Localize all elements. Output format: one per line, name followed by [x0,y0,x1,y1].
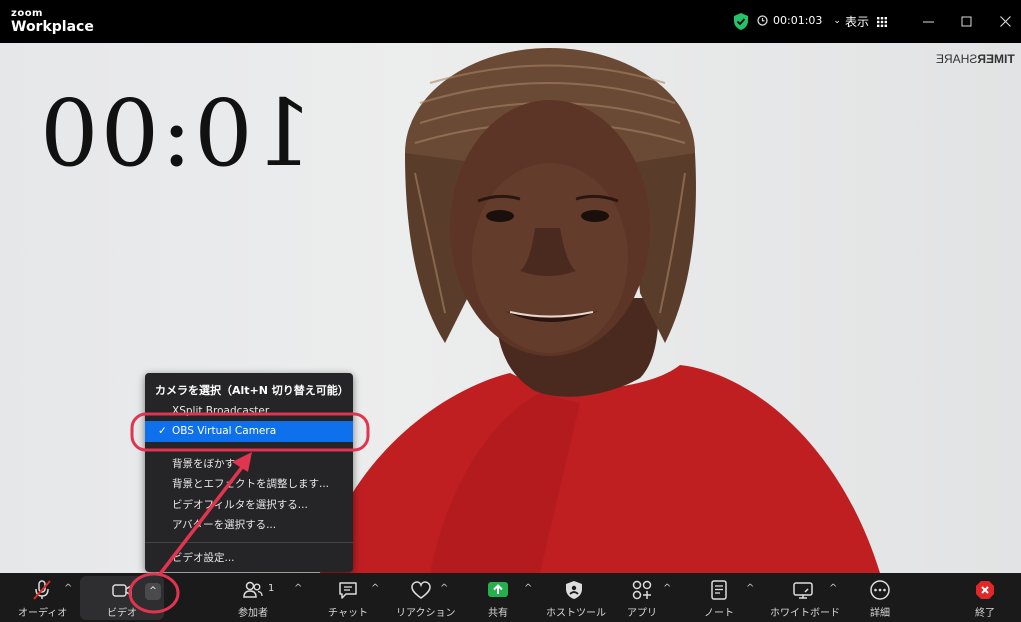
blur-background-option[interactable]: 背景をぼかす [145,454,353,475]
notes-options-caret[interactable]: ^ [746,583,754,594]
clock-icon [757,15,768,26]
chevron-down-icon: ⌄ [833,15,841,26]
muted-mic-icon [33,580,51,600]
apps-button[interactable]: アプリ [622,573,662,622]
participants-options-caret[interactable]: ^ [294,583,302,594]
more-icon [870,580,890,600]
logo-big: Workplace [11,19,94,35]
maximize-icon [961,16,971,26]
whiteboard-label: ホワイトボード [770,608,840,619]
end-meeting-icon [976,581,994,599]
minimize-icon [922,21,934,22]
minimize-button[interactable] [918,12,938,30]
more-button[interactable]: 詳細 [860,573,900,622]
video-options-caret[interactable]: ^ [145,583,161,600]
host-tools-button[interactable]: ホストツール [546,573,606,622]
video-button[interactable]: ビデオ [98,573,146,622]
notes-icon [711,580,727,600]
participants-label: 参加者 [238,608,268,619]
chat-icon [339,582,357,599]
camera-option-obs-label: OBS Virtual Camera [172,425,277,437]
chat-label: チャット [328,608,368,619]
brand-light: SHARE [936,52,978,66]
audio-options-caret[interactable]: ^ [64,583,72,594]
whiteboard-icon [793,582,813,599]
grid-icon [877,16,888,27]
host-shield-icon [566,581,582,599]
participant-video [320,48,880,573]
meeting-timer[interactable]: 00:01:03 ⌄ [757,14,841,27]
apps-options-caret[interactable]: ^ [663,583,671,594]
timer-share-brand: TIMERSHARE [936,52,1015,66]
zoom-logo: zoom Workplace [11,8,94,35]
background-effects-option[interactable]: 背景とエフェクトを調整します... [145,474,353,495]
meeting-toolbar: オーディオ ^ ビデオ ^ 参加者 1 ^ チャット ^ リアクション ^ 共有… [0,573,1021,622]
heart-icon [411,581,431,599]
whiteboard-button[interactable]: ホワイトボード [770,573,840,622]
audio-label: オーディオ [18,608,68,619]
share-button[interactable]: 共有 [478,573,518,622]
whiteboard-options-caret[interactable]: ^ [829,583,837,594]
video-camera-icon [112,584,132,597]
camera-option-obs[interactable]: ✓ OBS Virtual Camera [145,421,353,442]
apps-icon [632,580,652,600]
brand-bold: TIMER [977,52,1015,66]
end-meeting-button[interactable]: 終了 [965,573,1005,622]
share-options-caret[interactable]: ^ [524,583,532,594]
video-settings-option[interactable]: ビデオ設定... [145,548,353,569]
elapsed-time: 00:01:03 [773,14,823,27]
share-screen-icon [488,582,508,597]
video-filter-option[interactable]: ビデオフィルタを選択する... [145,495,353,516]
share-label: 共有 [488,608,508,619]
close-button[interactable] [995,12,1015,30]
camera-menu: カメラを選択（Alt+N 切り替え可能） XSplit Broadcaster … [145,373,353,572]
menu-title: カメラを選択（Alt+N 切り替え可能） [155,384,349,397]
view-button[interactable]: 表示 [845,13,888,30]
close-icon [999,15,1011,27]
menu-divider [145,450,353,451]
avatar-option[interactable]: アバターを選択する... [145,515,353,536]
more-label: 詳細 [870,608,890,619]
logo-small: zoom [11,8,43,19]
notes-label: ノート [704,608,734,619]
chat-button[interactable]: チャット [325,573,371,622]
checkmark-icon: ✓ [158,425,167,437]
participants-icon [243,581,263,598]
menu-divider [145,542,353,543]
chat-options-caret[interactable]: ^ [371,583,379,594]
reactions-label: リアクション [396,608,456,619]
title-bar: zoom Workplace 00:01:03 ⌄ 表示 [0,0,1021,43]
notes-button[interactable]: ノート [697,573,741,622]
end-label: 終了 [975,608,995,619]
shield-check-icon[interactable] [733,13,749,30]
participants-count: 1 [268,583,275,594]
reactions-button[interactable]: リアクション [396,573,456,622]
video-label: ビデオ [107,608,137,619]
apps-label: アプリ [627,608,657,619]
participants-button[interactable]: 参加者 [230,573,276,622]
mirrored-timer-display: 10:00 [38,80,314,187]
view-label: 表示 [845,15,870,29]
audio-button[interactable]: オーディオ [18,573,68,622]
maximize-button[interactable] [956,12,976,30]
camera-option-xsplit[interactable]: XSplit Broadcaster [145,401,353,422]
reactions-options-caret[interactable]: ^ [440,583,448,594]
host-tools-label: ホストツール [546,608,606,619]
